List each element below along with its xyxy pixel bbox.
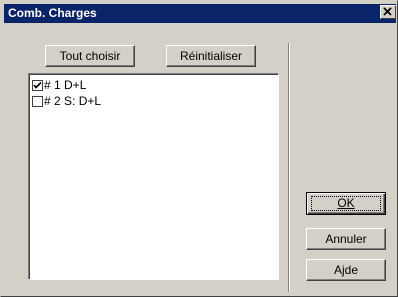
dialog-window: Comb. Charges Tout choisir Réinitialiser… [0, 0, 398, 297]
title-bar[interactable]: Comb. Charges [4, 4, 396, 23]
list-item-label: # 2 S: D+L [44, 94, 102, 108]
window-title: Comb. Charges [8, 6, 97, 20]
help-button[interactable]: Ajde [306, 259, 386, 281]
list-item[interactable]: # 2 S: D+L [32, 94, 101, 109]
cancel-button-label: Annuler [325, 232, 367, 246]
list-item-label: # 1 D+L [44, 78, 87, 92]
item-checkbox[interactable] [32, 96, 43, 107]
list-item[interactable]: # 1 D+L [32, 78, 86, 93]
ok-button[interactable]: OK [306, 192, 386, 215]
item-checkbox[interactable] [32, 80, 43, 91]
checkmark-icon [33, 81, 42, 89]
focus-indicator [311, 196, 381, 211]
vertical-divider [288, 43, 290, 292]
combinations-listbox[interactable]: # 1 D+L # 2 S: D+L [28, 73, 279, 280]
close-button[interactable] [380, 5, 396, 19]
help-button-label: Ajde [333, 263, 359, 277]
close-icon [383, 7, 392, 16]
cancel-button[interactable]: Annuler [306, 228, 386, 250]
reset-button[interactable]: Réinitialiser [166, 45, 256, 67]
select-all-button[interactable]: Tout choisir [45, 45, 135, 67]
